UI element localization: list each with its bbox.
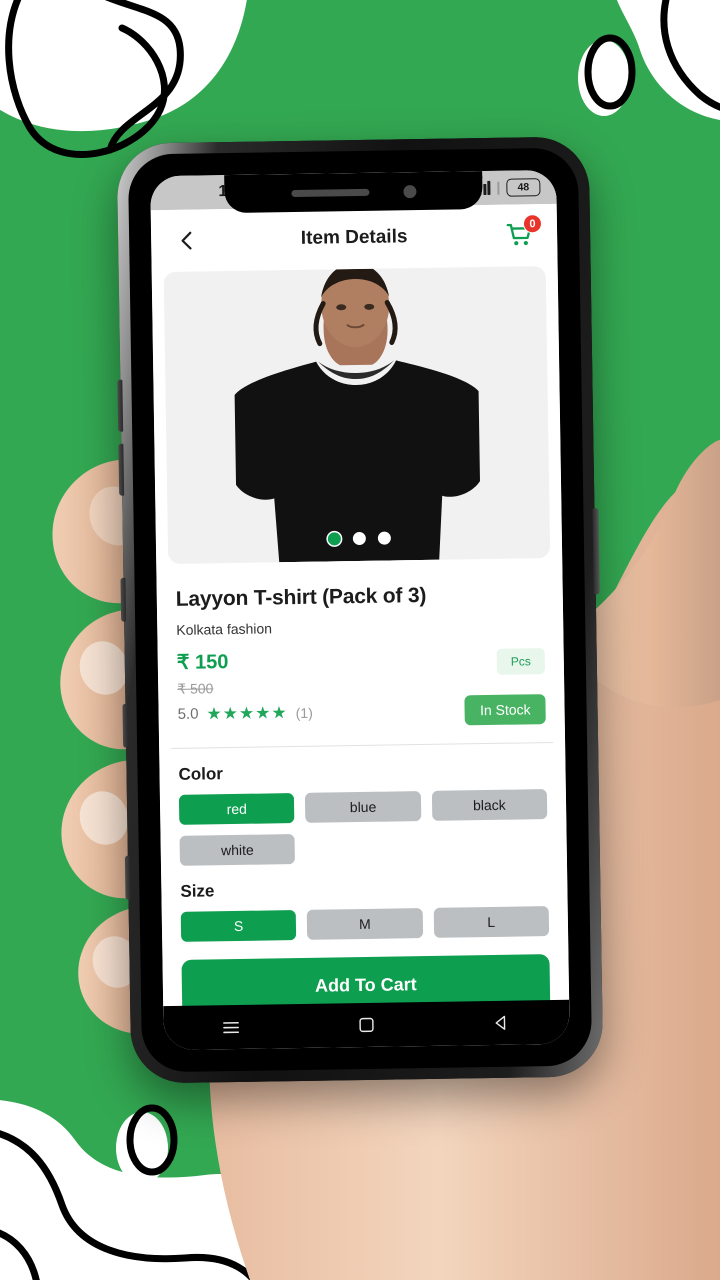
- back-triangle-icon: [495, 1015, 506, 1030]
- signal-divider-icon: [497, 181, 500, 195]
- back-button[interactable]: [169, 222, 206, 259]
- front-camera-icon: [402, 184, 417, 198]
- size-option-group: Size S M L: [173, 876, 556, 942]
- cart-count-badge: 0: [522, 214, 543, 234]
- phone-notch: [224, 171, 483, 214]
- color-chip-blue[interactable]: blue: [305, 791, 421, 823]
- phone-screen: 11:1 4G 48: [150, 169, 570, 1051]
- item-details-content: Layyon T-shirt (Pack of 3) Kolkata fashi…: [151, 265, 570, 1031]
- price-and-badges-row: ₹ 150 ₹ 500 5.0 ★★★★★ (1) Pcs In Stock: [177, 644, 546, 730]
- home-square-icon: [359, 1017, 374, 1033]
- badge-column: Pcs In Stock: [464, 644, 546, 726]
- stock-status-badge: In Stock: [464, 694, 546, 726]
- product-price: ₹ 150: [176, 651, 229, 674]
- size-chip-s[interactable]: S: [180, 910, 297, 942]
- size-chip-m[interactable]: M: [307, 908, 423, 940]
- color-option-group: Color red blue black white: [171, 759, 555, 866]
- back-button-nav[interactable]: [485, 1006, 520, 1041]
- carousel-dot-2[interactable]: [352, 531, 366, 546]
- product-rating: 5.0 ★★★★★ (1): [177, 701, 465, 723]
- product-photo: [163, 266, 551, 565]
- rating-stars-icon: ★★★★★: [206, 703, 288, 724]
- status-bar-indicators: 4G 48: [474, 174, 541, 197]
- recents-button[interactable]: [214, 1010, 249, 1045]
- phone-side-button-volume-down[interactable]: [118, 443, 125, 496]
- color-label: Color: [178, 764, 224, 784]
- unit-badge: Pcs: [496, 648, 546, 675]
- size-chip-row: S M L: [180, 906, 550, 942]
- phone-side-button-volume-up[interactable]: [117, 379, 124, 432]
- chevron-left-icon: [181, 231, 192, 250]
- color-chip-white[interactable]: white: [179, 834, 296, 866]
- menu-icon: [223, 1021, 240, 1033]
- carousel-dot-1[interactable]: [327, 532, 341, 546]
- phone-side-button-5[interactable]: [124, 855, 131, 900]
- phone-mockup: 11:1 4G 48: [116, 136, 604, 1084]
- product-image-carousel[interactable]: [163, 266, 551, 565]
- battery-icon: 48: [506, 178, 541, 197]
- earpiece-speaker-icon: [290, 188, 369, 197]
- home-button[interactable]: [349, 1008, 384, 1043]
- carousel-dot-3[interactable]: [377, 531, 391, 545]
- cart-button[interactable]: 0: [501, 214, 543, 255]
- price-column: ₹ 150 ₹ 500 5.0 ★★★★★ (1): [177, 645, 466, 723]
- phone-side-button-4[interactable]: [122, 703, 129, 748]
- color-chip-row: red blue black white: [178, 789, 548, 866]
- color-chip-red[interactable]: red: [178, 793, 295, 825]
- color-chip-black[interactable]: black: [431, 789, 548, 821]
- size-label: Size: [180, 881, 215, 901]
- phone-side-button-3[interactable]: [120, 577, 127, 622]
- rating-value: 5.0: [177, 705, 199, 723]
- android-navigation-bar: [163, 999, 570, 1051]
- section-divider: [171, 741, 554, 749]
- rating-count: (1): [295, 704, 313, 721]
- product-brand: Kolkata fashion: [176, 620, 273, 638]
- product-info: Layyon T-shirt (Pack of 3) Kolkata fashi…: [168, 558, 553, 730]
- product-mrp: ₹ 500: [177, 680, 214, 697]
- size-chip-l[interactable]: L: [433, 906, 550, 938]
- app-bar: Item Details 0: [150, 203, 558, 273]
- page-title: Item Details: [300, 226, 408, 249]
- product-title: Layyon T-shirt (Pack of 3): [175, 583, 427, 611]
- phone-bezel: 11:1 4G 48: [127, 147, 593, 1073]
